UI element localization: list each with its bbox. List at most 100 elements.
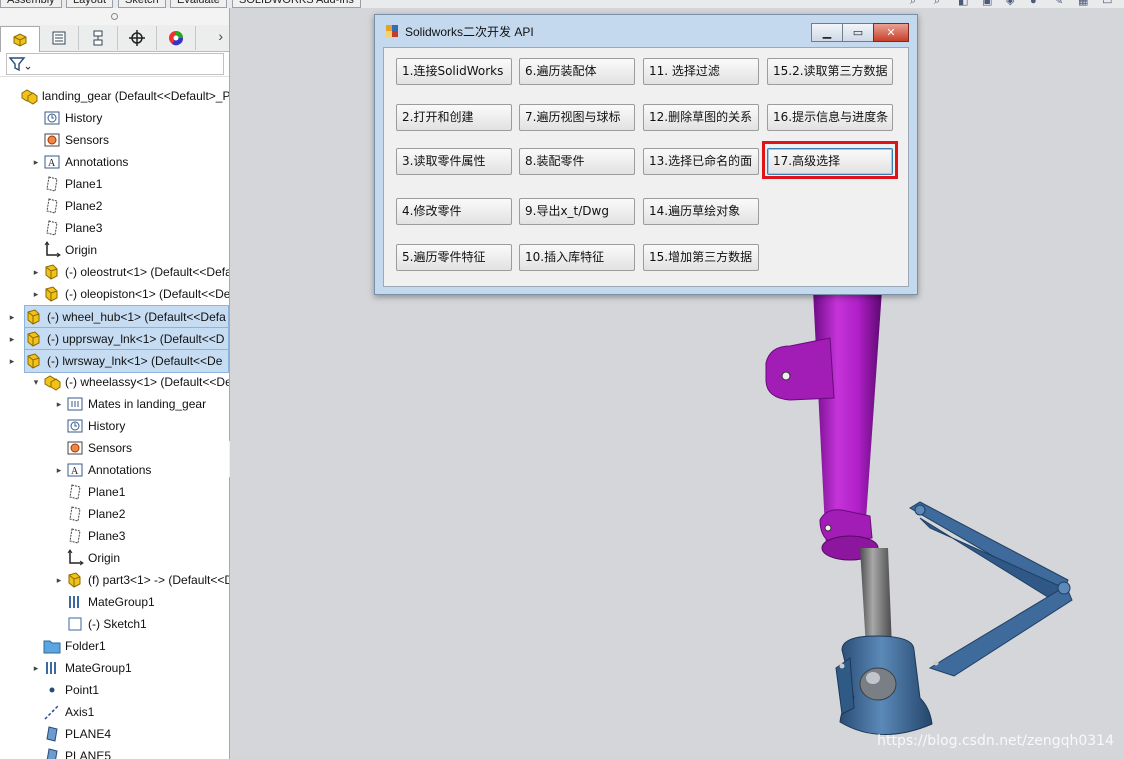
tree-item[interactable]: History bbox=[29, 107, 102, 129]
tree-item[interactable]: PLANE4 bbox=[29, 723, 111, 745]
tree-item[interactable]: Plane2 bbox=[52, 503, 125, 525]
tree-item[interactable]: ▾ (-) wheelassy<1> (Default<<Defaul bbox=[29, 371, 229, 393]
tree-item-label: (-) wheel_hub<1> (Default<<Defa bbox=[47, 310, 226, 324]
tree-item-label: MateGroup1 bbox=[65, 661, 132, 675]
expand-arrow-icon[interactable]: ▸ bbox=[52, 575, 66, 586]
expand-arrow-icon[interactable]: ▸ bbox=[29, 663, 43, 674]
tree-item[interactable]: (-) Sketch1 bbox=[52, 613, 147, 635]
tree-item[interactable]: ▸ MateGroup1 bbox=[29, 657, 132, 679]
expand-arrow-icon[interactable]: ▸ bbox=[52, 465, 66, 476]
maximize-button[interactable]: ▭ bbox=[842, 23, 874, 42]
api-button-11[interactable]: 11. 选择过滤 bbox=[643, 58, 759, 85]
tree-item-label: Plane3 bbox=[88, 529, 126, 543]
api-button-3[interactable]: 3.读取零件属性 bbox=[396, 148, 512, 175]
zoom-area-icon[interactable]: ⌕ bbox=[934, 0, 948, 7]
minimize-button[interactable]: ▁ bbox=[811, 23, 843, 42]
api-button-12[interactable]: 12.删除草图的关系 bbox=[643, 104, 759, 131]
tab-feature-manager[interactable] bbox=[0, 26, 40, 52]
display-style-icon[interactable]: ● bbox=[1030, 0, 1044, 7]
expand-arrow-icon[interactable]: ▸ bbox=[29, 267, 43, 278]
annotations-icon: A bbox=[43, 153, 61, 171]
tree-filter-input[interactable] bbox=[6, 53, 224, 75]
annotation-highlight-box bbox=[762, 141, 898, 179]
tree-item[interactable]: Folder1 bbox=[29, 635, 106, 657]
api-button-7[interactable]: 7.遍历视图与球标 bbox=[519, 104, 635, 131]
api-button-8[interactable]: 8.装配零件 bbox=[519, 148, 635, 175]
tree-item[interactable]: landing_gear (Default<<Default>_Pho bbox=[6, 85, 230, 107]
axis-icon bbox=[43, 703, 61, 721]
expand-arrow-icon[interactable]: ▸ bbox=[5, 334, 19, 345]
app-icon bbox=[386, 25, 398, 37]
tab-configuration-manager[interactable] bbox=[79, 26, 118, 50]
tree-item-label: landing_gear (Default<<Default>_Pho bbox=[42, 89, 230, 103]
view-orientation-icon[interactable]: ◈ bbox=[1006, 0, 1020, 7]
tree-item[interactable]: MateGroup1 bbox=[52, 591, 155, 613]
point-icon bbox=[43, 681, 61, 699]
tree-item[interactable]: Plane1 bbox=[29, 173, 102, 195]
api-button-15[interactable]: 15.增加第三方数据 bbox=[643, 244, 759, 271]
tree-item-label: Plane3 bbox=[65, 221, 103, 235]
tree-item-label: PLANE5 bbox=[65, 749, 112, 759]
apply-scene-icon[interactable]: ▦ bbox=[1078, 0, 1092, 7]
tree-item[interactable]: ▸ (-) wheel_hub<1> (Default<<Defa bbox=[10, 305, 229, 329]
api-button-5[interactable]: 5.遍历零件特征 bbox=[396, 244, 512, 271]
view-settings-icon[interactable]: ▭ bbox=[1102, 0, 1116, 7]
section-view-icon[interactable]: ▣ bbox=[982, 0, 996, 7]
tree-item[interactable]: ▸ (-) oleostrut<1> (Default<<Defau bbox=[29, 261, 229, 283]
api-button-6[interactable]: 6.遍历装配体 bbox=[519, 58, 635, 85]
expand-arrow-icon[interactable]: ▸ bbox=[5, 312, 19, 323]
expand-arrow-icon[interactable]: ▸ bbox=[52, 399, 66, 410]
tree-item[interactable]: ▸ (f) part3<1> -> (Default<<De bbox=[52, 569, 229, 591]
expand-arrow-icon[interactable]: ▸ bbox=[5, 356, 19, 367]
tree-item[interactable]: Sensors bbox=[52, 437, 132, 459]
tree-item[interactable]: ▸ (-) lwrsway_lnk<1> (Default<<De bbox=[10, 349, 229, 373]
api-button-17[interactable]: 16.提示信息与进度条 bbox=[767, 104, 893, 131]
tree-item[interactable]: ▸ A Annotations bbox=[52, 459, 152, 481]
tree-item[interactable]: Plane2 bbox=[29, 195, 102, 217]
tab-property-manager[interactable] bbox=[40, 26, 79, 50]
origin-icon bbox=[43, 241, 61, 259]
api-button-1[interactable]: 1.连接SolidWorks bbox=[396, 58, 512, 85]
tree-item[interactable]: ▸ (-) oleopiston<1> (Default<<Defa bbox=[29, 283, 229, 305]
tree-item[interactable]: Origin bbox=[29, 239, 97, 261]
zoom-to-fit-icon[interactable]: ⌕ bbox=[910, 0, 924, 7]
close-button[interactable]: ✕ bbox=[873, 23, 909, 42]
tree-item[interactable]: Axis1 bbox=[29, 701, 94, 723]
tree-item[interactable]: Plane3 bbox=[29, 217, 102, 239]
tree-item[interactable]: Plane1 bbox=[52, 481, 125, 503]
tree-item[interactable]: ▸ A Annotations bbox=[29, 151, 129, 173]
tree-item[interactable]: Sensors bbox=[29, 129, 109, 151]
command-tab[interactable]: Assembly bbox=[0, 0, 62, 8]
tree-item[interactable]: Origin bbox=[52, 547, 120, 569]
tree-item[interactable]: ▸ Mates in landing_gear bbox=[52, 393, 206, 415]
tree-item[interactable]: Plane3 bbox=[52, 525, 125, 547]
api-button-13[interactable]: 13.选择已命名的面 bbox=[643, 148, 759, 175]
tree-item-label: Mates in landing_gear bbox=[88, 397, 207, 411]
previous-view-icon[interactable]: ◧ bbox=[958, 0, 972, 7]
expand-arrow-icon[interactable]: ▸ bbox=[29, 289, 43, 300]
chevron-right-icon[interactable]: › bbox=[218, 28, 223, 44]
api-button-16[interactable]: 15.2.读取第三方数据 bbox=[767, 58, 893, 85]
tree-item-label: Plane2 bbox=[88, 507, 126, 521]
filter-icon bbox=[9, 57, 31, 72]
tree-item[interactable]: History bbox=[52, 415, 125, 437]
tree-item[interactable]: Point1 bbox=[29, 679, 99, 701]
api-button-10[interactable]: 10.插入库特征 bbox=[519, 244, 635, 271]
tab-dimxpert-manager[interactable] bbox=[118, 26, 157, 50]
command-tab[interactable]: Evaluate bbox=[170, 0, 227, 8]
api-button-14[interactable]: 14.遍历草绘对象 bbox=[643, 198, 759, 225]
command-tab[interactable]: SOLIDWORKS Add-Ins bbox=[232, 0, 361, 8]
expand-arrow-icon[interactable]: ▾ bbox=[29, 377, 43, 388]
api-button-9[interactable]: 9.导出x_t/Dwg bbox=[519, 198, 635, 225]
tree-item[interactable]: ▸ (-) upprsway_lnk<1> (Default<<D bbox=[10, 327, 229, 351]
expand-arrow-icon[interactable]: ▸ bbox=[29, 157, 43, 168]
edit-appearance-icon[interactable]: ✎ bbox=[1054, 0, 1068, 7]
api-button-2[interactable]: 2.打开和创建 bbox=[396, 104, 512, 131]
api-button-4[interactable]: 4.修改零件 bbox=[396, 198, 512, 225]
tab-display-manager[interactable] bbox=[157, 26, 196, 50]
command-tab[interactable]: Layout bbox=[66, 0, 114, 8]
history-icon bbox=[66, 417, 84, 435]
command-tab[interactable]: Sketch bbox=[118, 0, 166, 8]
tree-item[interactable]: PLANE5 bbox=[29, 745, 111, 759]
panel-grip[interactable] bbox=[0, 8, 229, 25]
